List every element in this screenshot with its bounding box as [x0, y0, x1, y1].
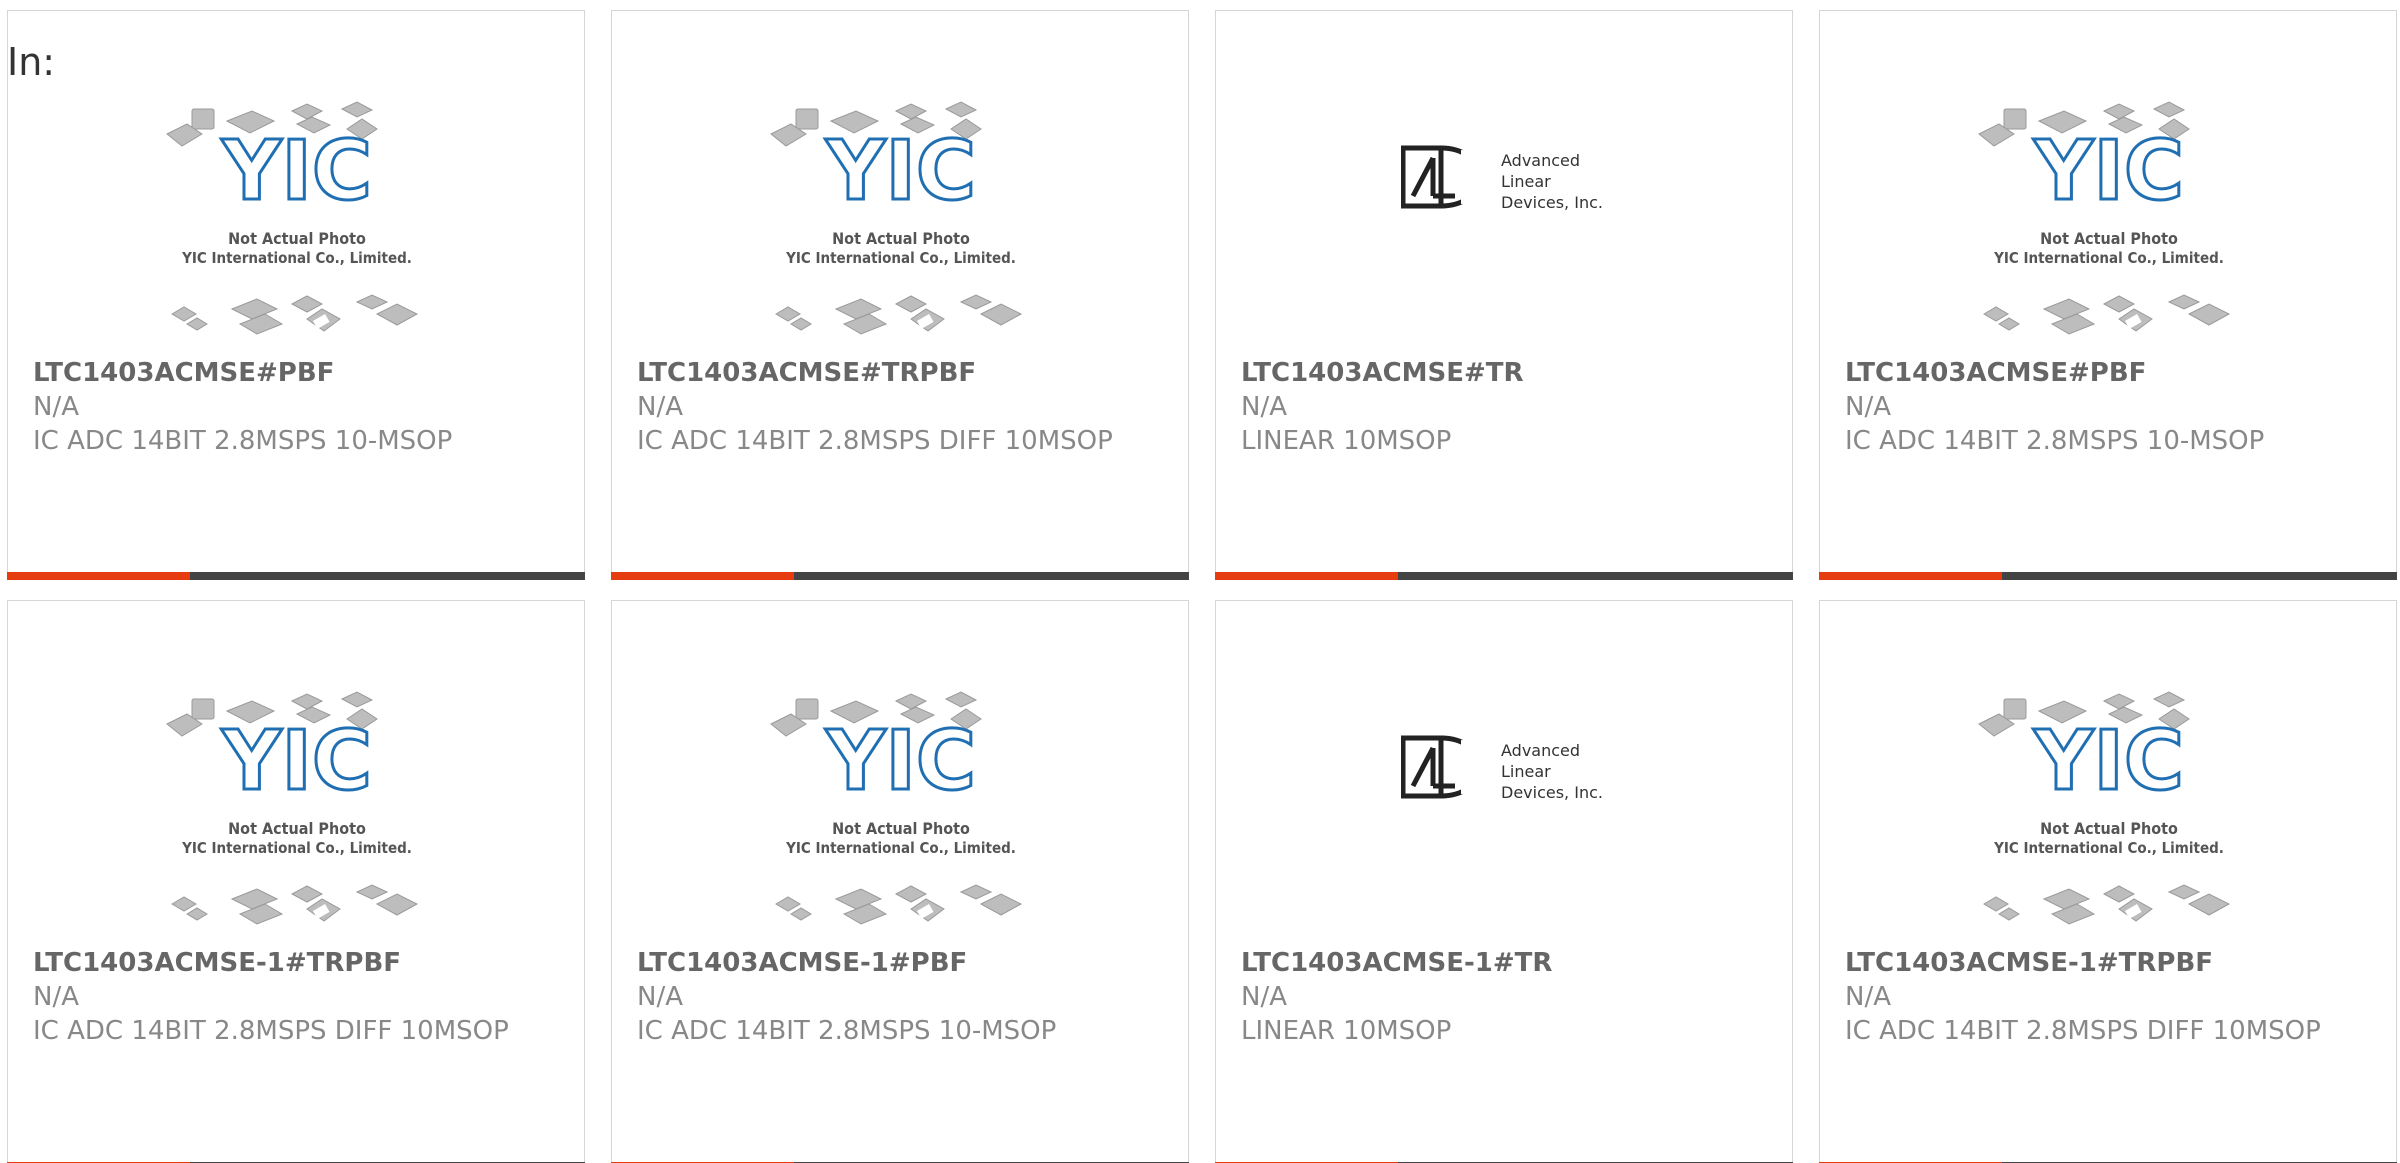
yic-note-line2: YIC International Co., Limited. [785, 839, 1016, 857]
yic-note-line1: Not Actual Photo [832, 819, 970, 838]
product-card[interactable]: Advanced Linear Devices, Inc. LTC1403ACM… [1215, 600, 1793, 1163]
ald-name-line2: Linear [1501, 762, 1551, 781]
product-info: LTC1403ACMSE-1#TR N/A LINEAR 10MSOP [1241, 946, 1771, 1048]
ald-name-line1: Advanced [1501, 741, 1580, 760]
ald-logo-image: Advanced Linear Devices, Inc. [1400, 145, 1603, 212]
product-info: LTC1403ACMSE-1#TRPBF N/A IC ADC 14BIT 2.8M… [1845, 946, 2375, 1048]
yic-placeholder-image: YIC Not Actual Photo YIC International C… [166, 101, 419, 335]
card-bottom-bar [1819, 572, 2397, 580]
yic-logo-text: YIC [221, 124, 372, 219]
product-grid-page: In: YIC Not Actual Photo YIC Internation… [0, 0, 2400, 1163]
yic-logo-text: YIC [2033, 124, 2184, 219]
product-image[interactable]: YIC Not Actual Photo YIC International C… [162, 99, 432, 354]
product-image[interactable]: Advanced Linear Devices, Inc. [1400, 726, 1611, 816]
manufacturer-text: N/A [33, 982, 79, 1012]
manufacturer-text: N/A [637, 982, 683, 1012]
product-image[interactable]: YIC Not Actual Photo YIC International C… [162, 689, 432, 944]
card-bottom-bar [7, 572, 585, 580]
product-info: LTC1403ACMSE#PBF N/A IC ADC 14BIT 2.8MSPS … [1845, 356, 2375, 458]
product-image[interactable]: YIC Not Actual Photo YIC International C… [1974, 99, 2244, 354]
product-image[interactable]: Advanced Linear Devices, Inc. [1400, 136, 1611, 226]
part-number-link[interactable]: LTC1403ACMSE#TR [1241, 356, 1771, 390]
manufacturer-text: N/A [1845, 392, 1891, 422]
ald-name-line3: Devices, Inc. [1501, 193, 1603, 212]
yic-logo-text: YIC [825, 124, 976, 219]
yic-note-line1: Not Actual Photo [228, 229, 366, 248]
yic-note-line1: Not Actual Photo [228, 819, 366, 838]
product-info: LTC1403ACMSE#TRPBF N/A IC ADC 14BIT 2.8MSP… [637, 356, 1167, 458]
product-card[interactable]: Advanced Linear Devices, Inc. LTC1403ACM… [1215, 10, 1793, 580]
part-number-link[interactable]: LTC1403ACMSE-1#TR [1241, 946, 1771, 980]
ald-logo-image: Advanced Linear Devices, Inc. [1400, 735, 1603, 802]
part-number-link[interactable]: LTC1403ACMSE#PBF [33, 356, 563, 390]
yic-placeholder-image: YIC Not Actual Photo YIC International C… [166, 691, 419, 925]
product-info: LTC1403ACMSE-1#PBF N/A IC ADC 14BIT 2.8MSP… [637, 946, 1167, 1048]
product-card[interactable]: YIC Not Actual Photo YIC International C… [7, 600, 585, 1163]
description-text: LINEAR 10MSOP [1241, 426, 1452, 456]
card-bar-accent [611, 572, 794, 580]
yic-note-line2: YIC International Co., Limited. [181, 839, 412, 857]
product-info: LTC1403ACMSE#PBF N/A IC ADC 14BIT 2.8MSPS … [33, 356, 563, 458]
product-card[interactable]: YIC Not Actual Photo YIC International C… [611, 10, 1189, 580]
part-number-link[interactable]: LTC1403ACMSE-1#TRPBF [33, 946, 563, 980]
manufacturer-text: N/A [1241, 982, 1287, 1012]
card-bar-accent [7, 572, 190, 580]
yic-note-line2: YIC International Co., Limited. [1993, 249, 2224, 267]
product-card[interactable]: YIC Not Actual Photo YIC International C… [1819, 10, 2397, 580]
yic-logo-text: YIC [221, 714, 372, 809]
ald-name-line2: Linear [1501, 172, 1551, 191]
yic-note-line2: YIC International Co., Limited. [1993, 839, 2224, 857]
card-bar-accent [1819, 572, 2002, 580]
product-card[interactable]: YIC Not Actual Photo YIC International C… [7, 10, 585, 580]
description-text: IC ADC 14BIT 2.8MSPS 10-MSOP [1845, 426, 2265, 456]
description-text: IC ADC 14BIT 2.8MSPS 10-MSOP [637, 1016, 1057, 1046]
ald-name-line1: Advanced [1501, 151, 1580, 170]
manufacturer-text: N/A [1845, 982, 1891, 1012]
card-bar-accent [1215, 572, 1398, 580]
yic-note-line2: YIC International Co., Limited. [181, 249, 412, 267]
product-card[interactable]: YIC Not Actual Photo YIC International C… [1819, 600, 2397, 1163]
yic-note-line2: YIC International Co., Limited. [785, 249, 1016, 267]
yic-note-line1: Not Actual Photo [2040, 229, 2178, 248]
yic-placeholder-image: YIC Not Actual Photo YIC International C… [1978, 101, 2231, 335]
yic-logo-text: YIC [825, 714, 976, 809]
product-image[interactable]: YIC Not Actual Photo YIC International C… [766, 689, 1036, 944]
part-number-link[interactable]: LTC1403ACMSE-1#TRPBF [1845, 946, 2375, 980]
product-info: LTC1403ACMSE-1#TRPBF N/A IC ADC 14BIT 2.8M… [33, 946, 563, 1048]
card-bottom-bar [1215, 572, 1793, 580]
part-number-link[interactable]: LTC1403ACMSE#PBF [1845, 356, 2375, 390]
yic-note-line1: Not Actual Photo [2040, 819, 2178, 838]
product-image[interactable]: YIC Not Actual Photo YIC International C… [1974, 689, 2244, 944]
part-number-link[interactable]: LTC1403ACMSE#TRPBF [637, 356, 1167, 390]
description-text: IC ADC 14BIT 2.8MSPS DIFF 10MSOP [1845, 1016, 2321, 1046]
description-text: IC ADC 14BIT 2.8MSPS DIFF 10MSOP [637, 426, 1113, 456]
yic-note-line1: Not Actual Photo [832, 229, 970, 248]
filter-label: In: [7, 40, 56, 84]
card-bottom-bar [611, 572, 1189, 580]
yic-logo-text: YIC [2033, 714, 2184, 809]
yic-placeholder-image: YIC Not Actual Photo YIC International C… [1978, 691, 2231, 925]
description-text: IC ADC 14BIT 2.8MSPS 10-MSOP [33, 426, 453, 456]
manufacturer-text: N/A [637, 392, 683, 422]
manufacturer-text: N/A [1241, 392, 1287, 422]
yic-placeholder-image: YIC Not Actual Photo YIC International C… [770, 691, 1023, 925]
manufacturer-text: N/A [33, 392, 79, 422]
yic-placeholder-image: YIC Not Actual Photo YIC International C… [770, 101, 1023, 335]
part-number-link[interactable]: LTC1403ACMSE-1#PBF [637, 946, 1167, 980]
product-card[interactable]: YIC Not Actual Photo YIC International C… [611, 600, 1189, 1163]
product-info: LTC1403ACMSE#TR N/A LINEAR 10MSOP [1241, 356, 1771, 458]
product-image[interactable]: YIC Not Actual Photo YIC International C… [766, 99, 1036, 354]
ald-name-line3: Devices, Inc. [1501, 783, 1603, 802]
description-text: LINEAR 10MSOP [1241, 1016, 1452, 1046]
description-text: IC ADC 14BIT 2.8MSPS DIFF 10MSOP [33, 1016, 509, 1046]
